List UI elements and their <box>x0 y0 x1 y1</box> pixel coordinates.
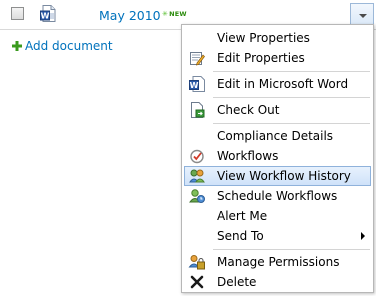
menu-item-check-out[interactable]: Check Out <box>184 100 371 120</box>
menu-item-label: Alert Me <box>217 209 268 223</box>
menu-item-label: Send To <box>217 229 264 243</box>
menu-item-manage-permissions[interactable]: Manage Permissions <box>184 252 371 272</box>
workflows-icon <box>188 147 206 165</box>
menu-item-compliance-details[interactable]: Compliance Details <box>184 126 371 146</box>
menu-item-label: Schedule Workflows <box>217 189 338 203</box>
workflow-history-icon <box>188 167 206 185</box>
svg-text:W: W <box>190 81 199 90</box>
new-star-icon: ✳ <box>162 10 169 18</box>
menu-item-workflows[interactable]: Workflows <box>184 146 371 166</box>
new-badge-label: NEW <box>169 10 187 18</box>
menu-item-label: Manage Permissions <box>217 255 340 269</box>
menu-separator <box>213 71 370 72</box>
menu-item-label: Compliance Details <box>217 129 334 143</box>
new-badge: ✳NEW <box>162 10 187 18</box>
word-icon: W <box>188 75 206 93</box>
plus-icon <box>12 40 22 51</box>
menu-item-alert-me[interactable]: Alert Me <box>184 206 371 226</box>
manage-permissions-icon <box>188 253 206 271</box>
chevron-right-icon <box>361 232 365 240</box>
menu-item-send-to[interactable]: Send To <box>184 226 371 246</box>
menu-item-label: Delete <box>217 275 257 289</box>
edit-properties-icon <box>188 49 206 67</box>
svg-text:W: W <box>41 12 50 21</box>
menu-item-label: Workflows <box>217 149 279 163</box>
menu-item-schedule-workflows[interactable]: Schedule Workflows <box>184 186 371 206</box>
item-context-menu: View Properties Edit Properties W Edit i… <box>181 24 374 293</box>
menu-item-label: View Properties <box>217 31 310 45</box>
menu-item-delete[interactable]: Delete <box>184 272 371 292</box>
menu-item-label: Edit in Microsoft Word <box>217 77 349 91</box>
menu-item-label: Check Out <box>217 103 280 117</box>
add-document-link[interactable]: Add document <box>12 39 113 53</box>
menu-separator <box>213 97 370 98</box>
document-title-link[interactable]: May 2010 <box>99 8 161 23</box>
menu-item-view-properties[interactable]: View Properties <box>184 28 371 48</box>
chevron-down-icon <box>359 14 367 18</box>
schedule-workflows-icon <box>188 187 206 205</box>
menu-item-edit-properties[interactable]: Edit Properties <box>184 48 371 68</box>
menu-separator <box>213 249 370 250</box>
menu-item-label: View Workflow History <box>217 169 351 183</box>
menu-separator <box>213 123 370 124</box>
add-document-label: Add document <box>25 39 113 53</box>
menu-item-label: Edit Properties <box>217 51 305 65</box>
word-document-icon: W <box>40 5 56 22</box>
row-checkbox[interactable] <box>11 7 24 20</box>
menu-item-edit-in-word[interactable]: W Edit in Microsoft Word <box>184 74 371 94</box>
check-out-icon <box>188 101 206 119</box>
delete-icon <box>188 273 206 291</box>
menu-item-view-workflow-history[interactable]: View Workflow History <box>184 166 371 186</box>
